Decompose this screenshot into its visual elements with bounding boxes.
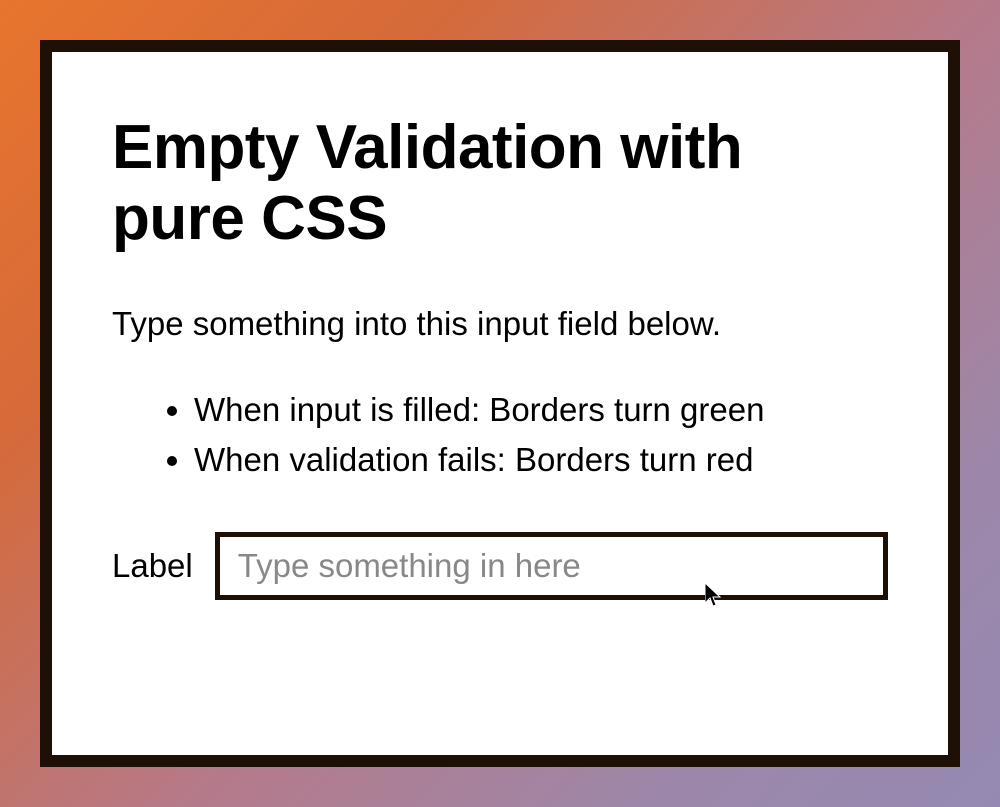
input-label: Label [112, 547, 193, 585]
demo-card: Empty Validation with pure CSS Type some… [40, 40, 960, 767]
page-subtitle: Type something into this input field bel… [112, 303, 888, 346]
list-item: When input is filled: Borders turn green [194, 385, 888, 435]
conditions-list: When input is filled: Borders turn green… [112, 385, 888, 484]
list-item: When validation fails: Borders turn red [194, 435, 888, 485]
form-row: Label [112, 532, 888, 600]
page-title: Empty Validation with pure CSS [112, 112, 888, 255]
validation-input[interactable] [215, 532, 888, 600]
